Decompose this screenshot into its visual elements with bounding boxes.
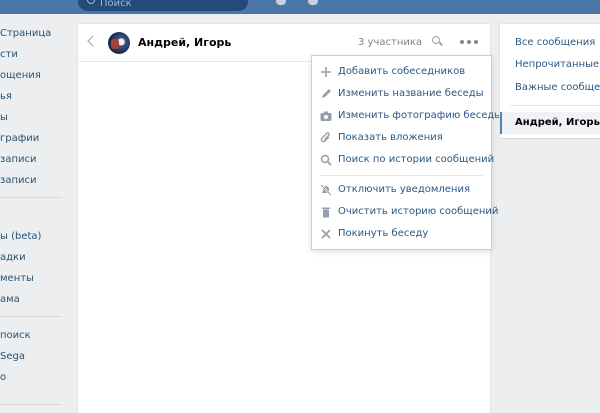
menu-item-label: Добавить собеседников	[338, 66, 466, 77]
menu-item-leave-chat[interactable]: Покинуть беседу	[312, 223, 491, 245]
nav-divider	[0, 316, 62, 317]
chat-actions-menu: Добавить собеседников Изменить название …	[311, 55, 502, 250]
close-icon	[321, 229, 331, 239]
nav-item-audio[interactable]: записи	[0, 151, 36, 169]
menu-item-mute[interactable]: Отключить уведомления	[312, 179, 491, 201]
menu-item-label: Изменить фотографию беседы	[338, 110, 503, 121]
back-arrow-icon[interactable]	[87, 35, 99, 47]
message-filters-panel: Все сообщения Непрочитанные Важные сообщ…	[500, 24, 600, 138]
nav-item-documents[interactable]: менты	[0, 270, 34, 288]
menu-divider	[320, 175, 483, 176]
filter-all-messages[interactable]: Все сообщения	[515, 37, 595, 48]
nav-item-video[interactable]: записи	[0, 172, 36, 190]
nav-item-sega[interactable]: Sega	[0, 348, 25, 366]
more-options-icon[interactable]	[460, 36, 478, 46]
search-placeholder: Поиск	[100, 0, 132, 9]
menu-item-label: Отключить уведомления	[338, 184, 470, 195]
menu-item-label: Изменить название беседы	[338, 88, 484, 99]
members-count[interactable]: 3 участника	[358, 37, 422, 48]
menu-item-clear-history[interactable]: Очистить историю сообщений	[312, 201, 498, 223]
nav-item-my-page[interactable]: Страница	[0, 25, 51, 43]
nav-item-photos[interactable]: графии	[0, 130, 39, 148]
bell-muted-icon	[320, 184, 332, 196]
filter-important[interactable]: Важные сообщения	[515, 82, 600, 93]
top-header: Поиск	[0, 0, 600, 14]
menu-item-show-attachments[interactable]: Показать вложения	[312, 127, 491, 149]
chat-avatar[interactable]	[108, 32, 130, 54]
menu-item-rename-chat[interactable]: Изменить название беседы	[312, 83, 491, 105]
search-input[interactable]: Поиск	[78, 0, 248, 11]
pencil-icon	[322, 89, 331, 98]
menu-item-label: Показать вложения	[338, 132, 443, 143]
nav-item-groups[interactable]: ы	[0, 109, 8, 127]
menu-item-change-photo[interactable]: Изменить фотографию беседы	[312, 105, 502, 127]
nav-item-news[interactable]: сти	[0, 46, 18, 64]
music-icon[interactable]	[308, 0, 318, 5]
nav-item-messages[interactable]: ощения	[0, 67, 41, 85]
menu-item-search-history[interactable]: Поиск по истории сообщений	[312, 149, 495, 171]
active-conversation-label: Андрей, Игорь	[515, 117, 600, 128]
search-icon[interactable]	[432, 36, 443, 46]
nav-divider	[0, 197, 62, 198]
nav-item-friends[interactable]: ья	[0, 88, 12, 106]
trash-icon	[322, 207, 330, 218]
camera-icon	[320, 111, 332, 121]
search-icon	[320, 154, 332, 166]
search-icon	[87, 0, 95, 4]
nav-item-games[interactable]: ы (beta)	[0, 228, 41, 246]
nav-item-bookmarks[interactable]: адки	[0, 249, 26, 267]
notifications-icon[interactable]	[276, 0, 286, 5]
filter-unread[interactable]: Непрочитанные	[515, 59, 599, 70]
chat-title[interactable]: Андрей, Игорь	[138, 36, 231, 49]
paperclip-icon	[320, 132, 330, 143]
menu-item-label: Очистить историю сообщений	[338, 206, 499, 217]
menu-item-add-members[interactable]: Добавить собеседников	[312, 61, 491, 83]
active-indicator	[500, 112, 502, 134]
active-conversation-item[interactable]: Андрей, Игорь	[500, 112, 600, 134]
nav-item-extra[interactable]: о	[0, 369, 6, 387]
menu-item-label: Поиск по истории сообщений	[338, 154, 495, 165]
nav-item-search[interactable]: поиск	[0, 327, 31, 345]
filter-divider	[510, 105, 600, 106]
plus-icon	[321, 67, 331, 77]
nav-item-ads[interactable]: ама	[0, 291, 20, 309]
nav-divider	[0, 404, 62, 405]
menu-item-label: Покинуть беседу	[338, 228, 429, 239]
